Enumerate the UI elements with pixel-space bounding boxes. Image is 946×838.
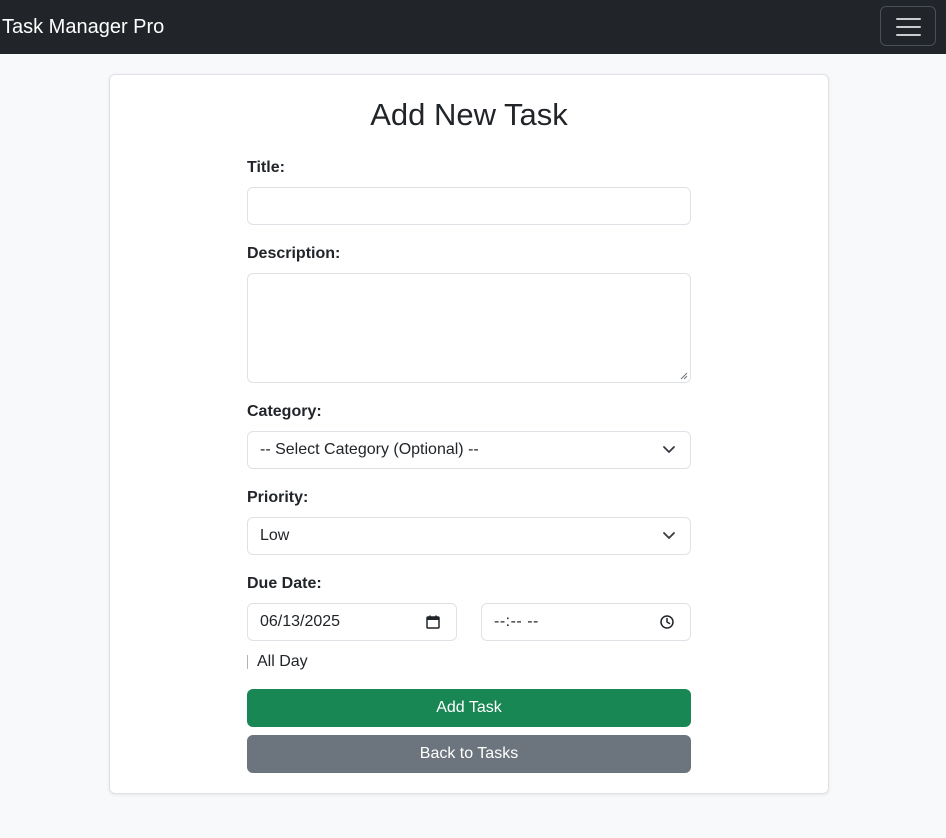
add-task-button[interactable]: Add Task [247,689,691,727]
due-date-value: 06/13/2025 [260,613,341,630]
category-select[interactable]: -- Select Category (Optional) -- [247,431,691,469]
hamburger-menu-icon [896,34,921,36]
due-date-input[interactable]: 06/13/2025 [247,603,457,641]
calendar-icon[interactable] [426,615,440,629]
priority-select[interactable]: Low [247,517,691,555]
hamburger-menu-icon [896,26,921,28]
due-date-label: Due Date: [247,575,322,592]
navbar-toggler-button[interactable] [880,6,936,46]
title-input[interactable] [247,187,691,225]
navbar-brand[interactable]: Task Manager Pro [2,14,164,40]
all-day-label[interactable]: All Day [257,652,308,672]
resize-grip-icon[interactable] [680,372,688,380]
description-label: Description: [247,245,341,262]
priority-label: Priority: [247,489,309,506]
hamburger-menu-icon [896,18,921,20]
priority-select-value: Low [260,527,290,544]
category-select-value: -- Select Category (Optional) -- [260,441,479,458]
category-label: Category: [247,403,322,420]
title-label: Title: [247,159,285,176]
all-day-checkbox[interactable] [247,655,248,669]
description-textarea[interactable] [247,273,691,383]
back-to-tasks-button[interactable]: Back to Tasks [247,735,691,773]
clock-icon[interactable] [660,615,674,629]
chevron-down-icon [663,446,675,453]
page-title: Add New Task [370,97,568,132]
due-time-value: --:-- -- [494,613,539,630]
chevron-down-icon [663,532,675,539]
due-time-input[interactable]: --:-- -- [481,603,691,641]
navbar: Task Manager Pro [0,0,946,54]
